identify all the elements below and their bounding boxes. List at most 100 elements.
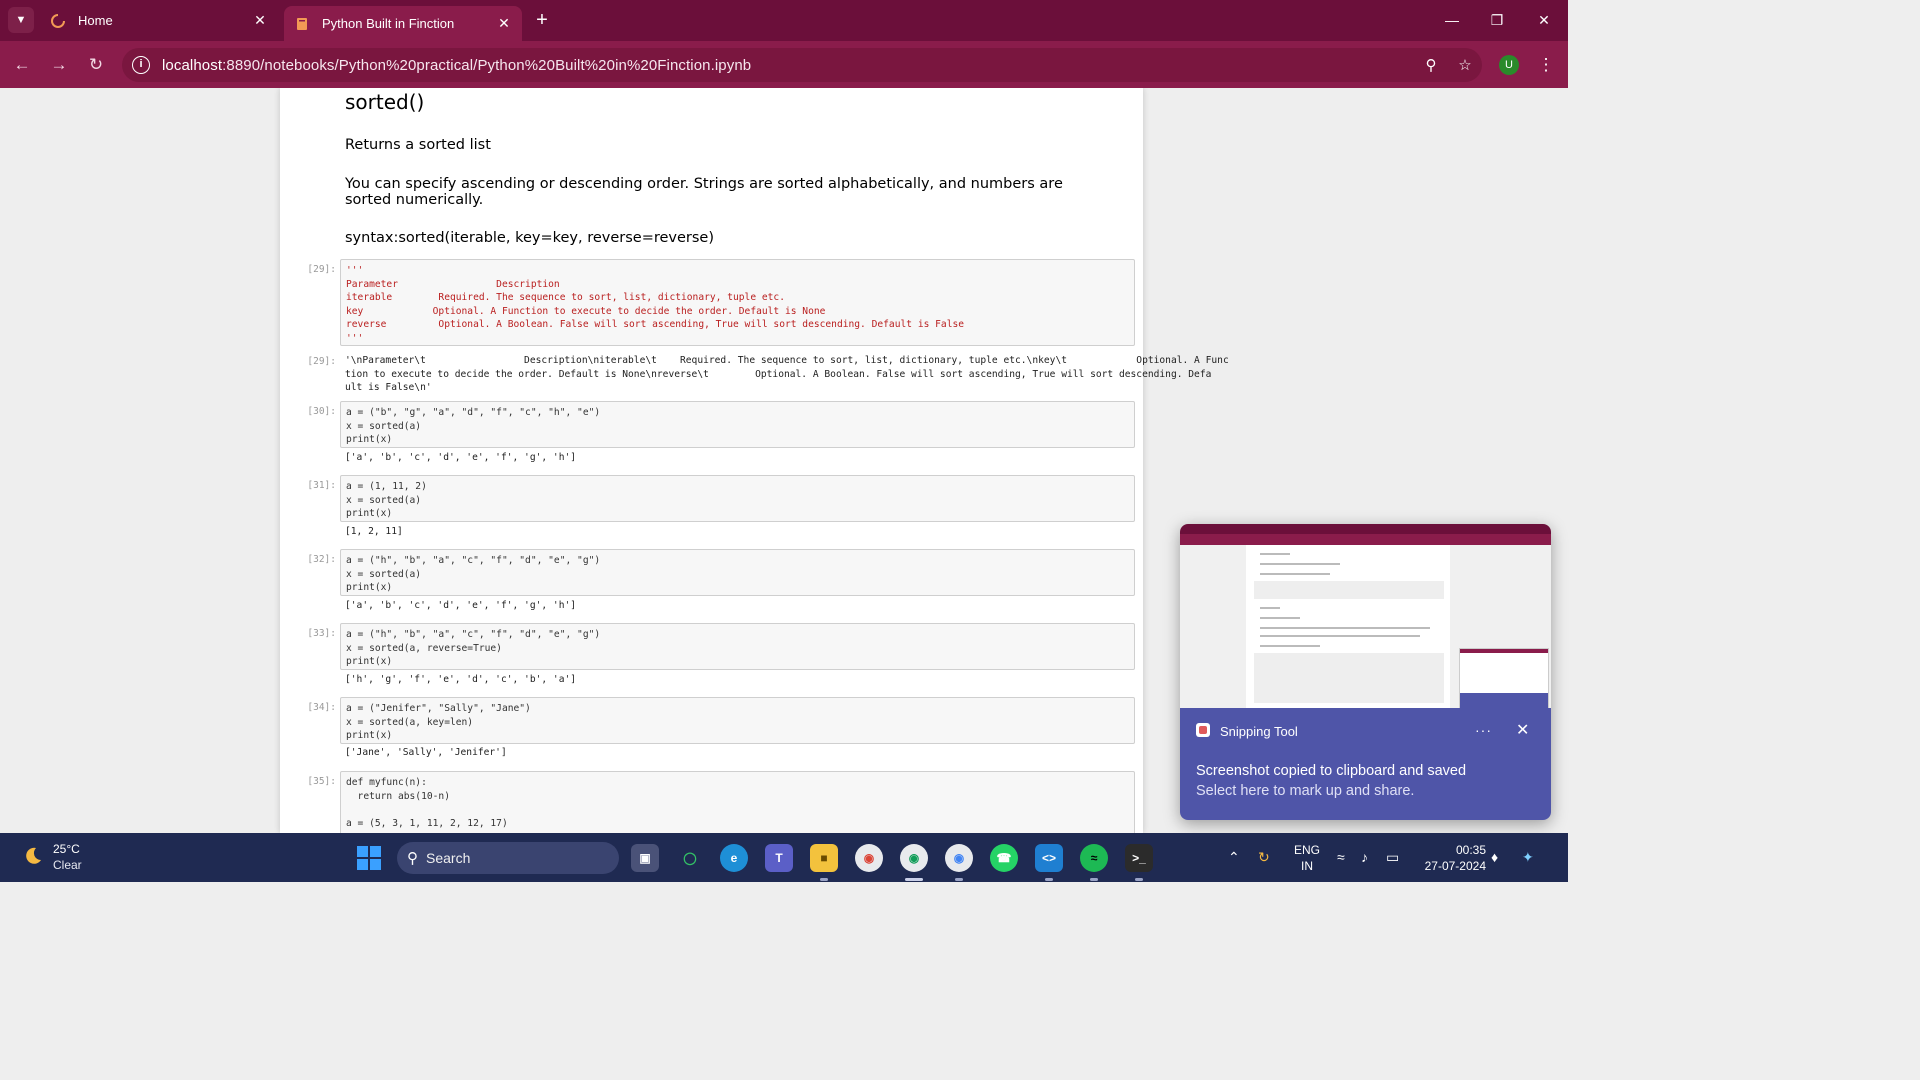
back-button[interactable]: ← [10, 53, 34, 77]
cell-output: '\nParameter\t Description\niterable\t R… [345, 355, 1229, 393]
copilot-icon[interactable]: ◯ [676, 844, 704, 872]
restore-button[interactable]: ❐ [1477, 8, 1517, 32]
code-cell[interactable]: a = ("Jenifer", "Sally", "Jane") x = sor… [340, 697, 1135, 744]
tab-home[interactable]: Home ✕ [40, 6, 278, 35]
volume-icon[interactable]: ♪ [1361, 849, 1368, 865]
plus-icon: + [536, 9, 548, 31]
code-cell[interactable]: def myfunc(n): return abs(10-n) a = (5, … [340, 771, 1135, 833]
notification-subtitle: Select here to mark up and share. [1196, 783, 1415, 799]
code-text[interactable]: a = (1, 11, 2) x = sorted(a) print(x) [341, 476, 1134, 525]
cell-output: [1, 2, 11] [345, 526, 403, 537]
url-text[interactable]: localhost:8890/notebooks/Python%20practi… [162, 57, 1414, 74]
spotify-icon[interactable]: ≈ [1080, 844, 1108, 872]
zoom-icon[interactable]: ⚲ [1414, 56, 1448, 74]
reload-button[interactable]: ↻ [84, 53, 108, 77]
teams-icon[interactable]: T [765, 844, 793, 872]
cell-output: ['Jane', 'Sally', 'Jenifer'] [345, 747, 507, 758]
close-icon[interactable]: ✕ [1516, 720, 1529, 740]
cell-output: ['a', 'b', 'c', 'd', 'e', 'f', 'g', 'h'] [345, 452, 577, 463]
whatsapp-icon[interactable]: ☎ [990, 844, 1018, 872]
file-explorer-icon[interactable]: ■ [810, 844, 838, 872]
code-cell[interactable]: a = ("h", "b", "a", "c", "f", "d", "e", … [340, 549, 1135, 596]
input-prompt: [32]: [307, 554, 336, 565]
toolbar: ← → ↻ i localhost:8890/notebooks/Python%… [0, 41, 1568, 88]
code-cell[interactable]: ''' Parameter Description iterable Requi… [340, 259, 1135, 346]
chevron-down-icon: ▼ [15, 14, 27, 26]
notification-body[interactable]: Snipping Tool ··· ✕ Screenshot copied to… [1180, 708, 1551, 820]
snipping-tool-icon [1196, 723, 1210, 737]
screenshot-thumbnail[interactable] [1180, 524, 1551, 708]
restore-icon: ❐ [1490, 12, 1504, 28]
arrow-right-icon: → [50, 55, 68, 74]
loading-icon [51, 13, 65, 28]
output-prompt: [29]: [307, 356, 336, 367]
input-prompt: [31]: [307, 480, 336, 491]
terminal-icon[interactable]: >_ [1125, 844, 1153, 872]
forward-button[interactable]: → [47, 53, 71, 77]
code-text[interactable]: def myfunc(n): return abs(10-n) a = (5, … [341, 772, 1134, 833]
arrow-left-icon: ← [13, 55, 31, 74]
battery-icon[interactable]: ▭ [1386, 849, 1399, 866]
markdown-text: Returns a sorted list [345, 137, 491, 153]
jupyter-book-icon [297, 17, 307, 30]
code-cell[interactable]: a = ("h", "b", "a", "c", "f", "d", "e", … [340, 623, 1135, 670]
chevron-up-icon[interactable]: ⌃ [1228, 849, 1240, 866]
vscode-icon[interactable]: <> [1035, 844, 1063, 872]
more-options-icon[interactable]: ··· [1475, 722, 1492, 738]
star-icon[interactable]: ☆ [1448, 56, 1482, 74]
code-text[interactable]: a = ("b", "g", "a", "d", "f", "c", "h", … [341, 402, 1134, 451]
copilot-pre-icon[interactable]: ✦ [1522, 849, 1534, 866]
search-icon: ⚲ [407, 850, 418, 867]
chrome-icon[interactable]: ◉ [855, 844, 883, 872]
code-cell[interactable]: a = (1, 11, 2) x = sorted(a) print(x) [340, 475, 1135, 522]
moon-icon[interactable] [22, 845, 44, 867]
task-view-icon[interactable]: ▣ [631, 844, 659, 872]
bell-icon[interactable]: ♦ [1491, 849, 1498, 865]
kebab-menu-icon[interactable]: ⋮ [1536, 53, 1556, 77]
weather-description[interactable]: Clear [53, 858, 82, 872]
title-bar: ▼ Home ✕ Python Built in Finction ✕ + — … [0, 0, 1568, 41]
taskbar-search[interactable]: ⚲ Search [397, 842, 619, 874]
input-prompt: [35]: [307, 776, 336, 787]
minimize-button[interactable]: — [1432, 8, 1472, 32]
close-icon: ✕ [1538, 12, 1550, 28]
code-text[interactable]: ''' Parameter Description iterable Requi… [341, 260, 1134, 349]
minimize-icon: — [1445, 12, 1459, 28]
snipping-tool-notification[interactable]: Snipping Tool ··· ✕ Screenshot copied to… [1180, 524, 1551, 820]
avatar[interactable]: U [1499, 55, 1519, 75]
search-label: Search [426, 850, 471, 866]
code-text[interactable]: a = ("h", "b", "a", "c", "f", "d", "e", … [341, 624, 1134, 673]
edge-icon[interactable]: e [720, 844, 748, 872]
address-bar[interactable]: i localhost:8890/notebooks/Python%20prac… [122, 48, 1482, 82]
notification-title: Screenshot copied to clipboard and saved [1196, 763, 1467, 779]
start-button[interactable] [357, 846, 381, 870]
chrome-alt-icon[interactable]: ◉ [945, 844, 973, 872]
tab-search-button[interactable]: ▼ [8, 7, 34, 33]
cell-output: ['h', 'g', 'f', 'e', 'd', 'c', 'b', 'a'] [345, 674, 577, 685]
weather-temperature[interactable]: 25°C [53, 842, 80, 856]
code-cell[interactable]: a = ("b", "g", "a", "d", "f", "c", "h", … [340, 401, 1135, 448]
tab-label: Home [78, 13, 113, 28]
info-icon[interactable]: i [132, 56, 150, 74]
tab-label: Python Built in Finction [322, 16, 455, 31]
input-prompt: [30]: [307, 406, 336, 417]
reload-icon: ↻ [88, 55, 104, 74]
input-prompt: [33]: [307, 628, 336, 639]
window-close-button[interactable]: ✕ [1524, 8, 1564, 32]
input-prompt: [29]: [307, 264, 336, 275]
new-tab-button[interactable]: + [530, 8, 554, 32]
code-text[interactable]: a = ("Jenifer", "Sally", "Jane") x = sor… [341, 698, 1134, 747]
close-icon[interactable]: ✕ [494, 15, 514, 32]
close-icon[interactable]: ✕ [250, 12, 270, 29]
sync-icon[interactable]: ↻ [1258, 849, 1270, 866]
tab-notebook[interactable]: Python Built in Finction ✕ [284, 6, 522, 41]
chrome-profile-icon[interactable]: ◉ [900, 844, 928, 872]
language-indicator[interactable]: ENG IN [1294, 842, 1320, 874]
clock[interactable]: 00:35 27-07-2024 [1416, 842, 1486, 874]
input-prompt: [34]: [307, 702, 336, 713]
notebook-container: sorted() Returns a sorted list You can s… [280, 88, 1229, 833]
markdown-heading: sorted() [345, 90, 425, 114]
code-text[interactable]: a = ("h", "b", "a", "c", "f", "d", "e", … [341, 550, 1134, 599]
taskbar: 25°C Clear ⚲ Search ▣ ◯ e T ■ ◉ ◉ ◉ ☎ <>… [0, 833, 1568, 882]
wifi-icon[interactable]: ≈ [1337, 849, 1345, 865]
